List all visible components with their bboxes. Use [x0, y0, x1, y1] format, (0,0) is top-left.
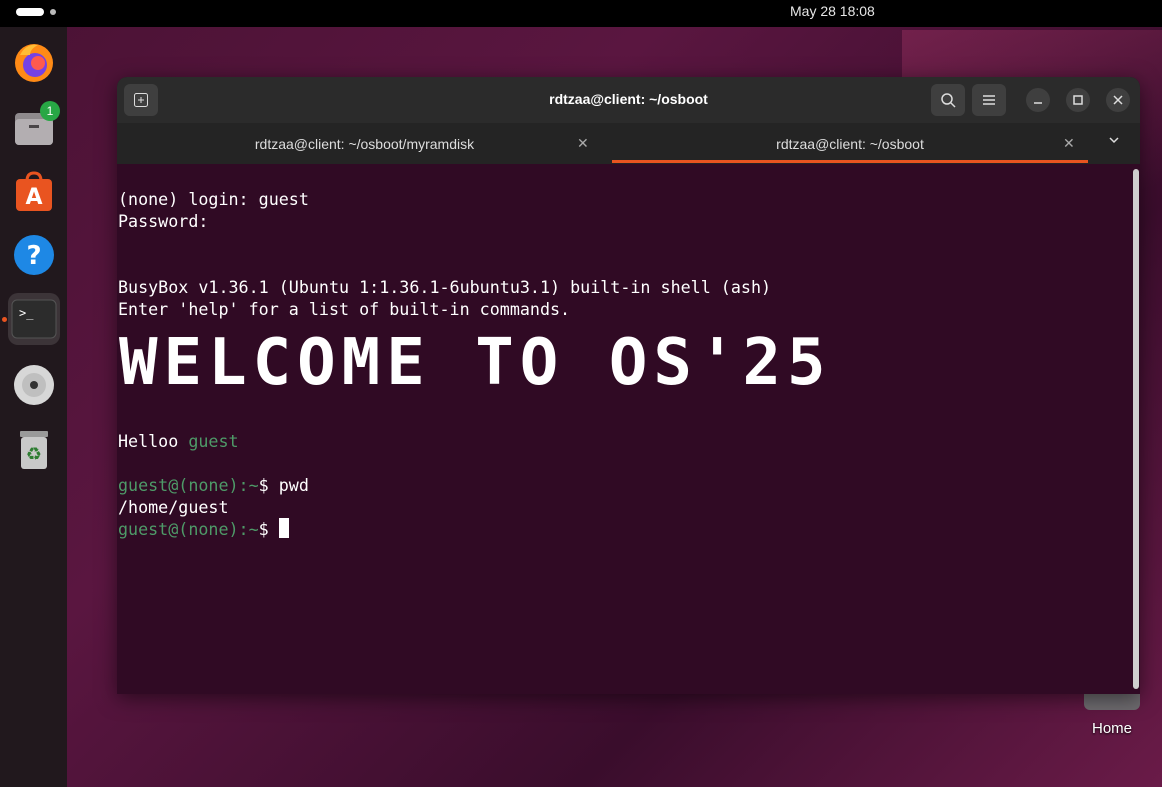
workspace-indicator[interactable]	[16, 8, 56, 16]
workspace-dot[interactable]	[50, 9, 56, 15]
prompt-line-current[interactable]: guest@(none):~$	[118, 518, 289, 540]
help-icon: ?	[14, 235, 54, 275]
terminal-output[interactable]: (none) login: guest Password: BusyBox v1…	[117, 164, 1132, 694]
dock-item-disc[interactable]	[8, 359, 60, 411]
hello-name: guest	[188, 431, 239, 451]
ascii-banner: WELCOME TO OS'25	[117, 330, 877, 396]
workspace-active[interactable]	[16, 8, 44, 16]
tab-myramdisk[interactable]: rdtzaa@client: ~/osboot/myramdisk	[117, 123, 612, 164]
minimize-icon	[1034, 102, 1042, 104]
tab-list-button[interactable]	[1107, 133, 1121, 152]
dock: 1 A ? >_ ♻	[0, 27, 67, 787]
tab-close-button[interactable]: ✕	[1063, 135, 1075, 152]
terminal-line: (none) login: guest	[118, 189, 309, 209]
svg-text:>_: >_	[19, 306, 34, 320]
scrollbar[interactable]	[1133, 169, 1139, 689]
chevron-down-icon	[1109, 137, 1119, 144]
terminal-icon: >_	[11, 299, 57, 339]
prompt-symbol: $	[258, 475, 279, 495]
close-icon	[1113, 95, 1123, 105]
svg-text:?: ?	[26, 241, 41, 271]
hello-prefix: Helloo	[118, 431, 189, 451]
clock[interactable]: May 28 18:08	[790, 3, 875, 19]
running-indicator	[2, 317, 7, 322]
terminal-line: Password:	[118, 211, 209, 231]
tab-label: rdtzaa@client: ~/osboot/myramdisk	[254, 135, 475, 152]
terminal-window: rdtzaa@client: ~/osboot rdtzaa@client: ~…	[117, 77, 1140, 694]
search-button[interactable]	[931, 84, 965, 116]
maximize-icon	[1073, 95, 1083, 105]
dock-item-firefox[interactable]	[8, 37, 60, 89]
command: pwd	[278, 475, 309, 495]
tab-close-button[interactable]: ✕	[577, 135, 589, 152]
trash-icon: ♻	[20, 431, 48, 469]
tab-osboot[interactable]: rdtzaa@client: ~/osboot	[612, 123, 1088, 164]
title-bar[interactable]: rdtzaa@client: ~/osboot	[117, 77, 1140, 123]
dock-item-files[interactable]: 1	[8, 101, 60, 153]
prompt-symbol: $	[258, 519, 279, 539]
tab-bar: rdtzaa@client: ~/osboot/myramdisk ✕ rdtz…	[117, 123, 1140, 164]
menu-button[interactable]	[972, 84, 1006, 116]
disc-icon	[14, 365, 54, 405]
minimize-button[interactable]	[1026, 88, 1050, 112]
tab-label: rdtzaa@client: ~/osboot	[776, 135, 924, 152]
dock-item-trash[interactable]: ♻	[8, 423, 60, 475]
maximize-button[interactable]	[1066, 88, 1090, 112]
terminal-line: BusyBox v1.36.1 (Ubuntu 1:1.36.1-6ubuntu…	[118, 277, 772, 297]
top-bar: May 28 18:08	[0, 0, 1162, 27]
dock-item-terminal[interactable]: >_	[8, 293, 60, 345]
prompt-line: guest@(none):~$ pwd	[118, 474, 309, 496]
active-tab-indicator	[612, 160, 1088, 163]
files-badge: 1	[40, 101, 60, 121]
hamburger-menu-icon	[983, 95, 995, 105]
hello-line: Helloo guest	[118, 430, 239, 452]
prompt: guest@(none):~	[118, 475, 259, 495]
app-center-icon: A	[16, 171, 52, 211]
firefox-icon	[15, 44, 53, 82]
home-folder-label[interactable]: Home	[1092, 720, 1132, 737]
close-button[interactable]	[1106, 88, 1130, 112]
text-cursor	[278, 518, 289, 538]
banner-text: WELCOME TO OS'25	[119, 326, 832, 400]
dock-item-app-center[interactable]: A	[8, 165, 60, 217]
command-output: /home/guest	[118, 497, 229, 517]
dock-item-help[interactable]: ?	[8, 229, 60, 281]
svg-text:A: A	[25, 185, 42, 210]
search-icon	[941, 93, 956, 108]
svg-text:♻: ♻	[26, 444, 42, 465]
prompt: guest@(none):~	[118, 519, 259, 539]
terminal-line: Enter 'help' for a list of built-in comm…	[118, 299, 571, 319]
